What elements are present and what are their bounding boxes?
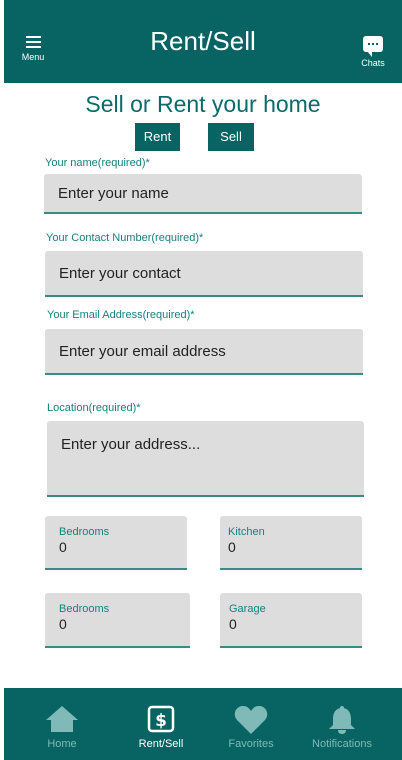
chats-button[interactable]: Chats: [358, 36, 388, 68]
kitchen-count-field[interactable]: Kitchen: [220, 516, 362, 570]
nav-label-favorites: Favorites: [228, 738, 274, 750]
rent-toggle-button[interactable]: Rent: [135, 123, 180, 151]
contact-input[interactable]: [45, 251, 363, 297]
bedrooms-count-input-2[interactable]: [59, 616, 169, 632]
bedrooms-count-label: Bedrooms: [59, 526, 110, 538]
bedrooms-count-field[interactable]: Bedrooms: [45, 516, 187, 570]
page-title: Rent/Sell: [150, 26, 256, 56]
location-textarea[interactable]: [47, 421, 364, 497]
bedrooms-count-field-2[interactable]: Bedrooms: [45, 593, 190, 648]
name-input[interactable]: [44, 174, 362, 214]
kitchen-count-label: Kitchen: [228, 526, 265, 538]
nav-item-home[interactable]: Home: [36, 688, 88, 760]
form-heading: Sell or Rent your home: [85, 91, 321, 117]
chat-icon: [363, 36, 383, 57]
nav-label-notifications: Notifications: [312, 738, 372, 750]
chats-label: Chats: [361, 58, 385, 68]
bedrooms-count-input[interactable]: [59, 539, 169, 555]
garage-count-field[interactable]: Garage: [220, 593, 362, 648]
nav-label-rent-sell: Rent/Sell: [138, 738, 184, 750]
email-input[interactable]: [45, 329, 363, 375]
nav-item-favorites[interactable]: Favorites: [219, 688, 283, 760]
nav-label-home: Home: [47, 738, 77, 750]
contact-label: Your Contact Number(required)*: [46, 232, 204, 244]
heart-icon: [234, 706, 268, 734]
nav-item-notifications[interactable]: Notifications: [302, 688, 382, 760]
svg-text:$: $: [155, 711, 167, 731]
app-screen: Menu Rent/Sell Chats Sell or Rent your h…: [4, 0, 402, 760]
home-icon: [46, 706, 78, 732]
app-header: Menu Rent/Sell Chats: [4, 0, 402, 83]
bedrooms-count-label-2: Bedrooms: [59, 603, 110, 615]
kitchen-count-input[interactable]: [228, 539, 338, 555]
bell-icon: [329, 706, 355, 734]
location-label: Location(required)*: [47, 402, 141, 414]
name-label: Your name(required)*: [45, 157, 150, 169]
email-label: Your Email Address(required)*: [47, 309, 195, 321]
garage-count-input[interactable]: [229, 616, 339, 632]
sell-toggle-button[interactable]: Sell: [208, 123, 254, 151]
nav-item-rent-sell[interactable]: $ Rent/Sell: [128, 688, 194, 760]
garage-count-label: Garage: [229, 603, 266, 615]
dollar-sign-icon: $: [147, 705, 175, 733]
bottom-navigation: Home $ Rent/Sell Favorites Notifications: [4, 688, 402, 760]
